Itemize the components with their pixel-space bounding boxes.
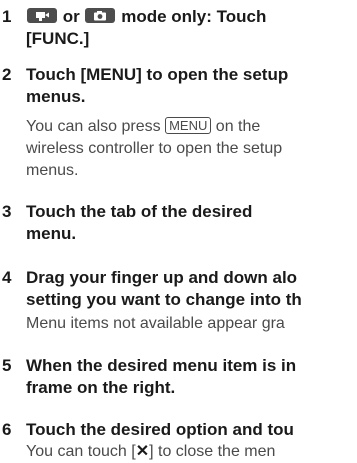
step-title-line2: [FUNC.]	[26, 29, 90, 48]
step-number: 1	[2, 7, 12, 26]
step-number: 6	[2, 420, 12, 439]
step-title: Drag your finger up and down alo	[26, 268, 298, 287]
step-title: Touch [MENU] to open the setup	[26, 65, 289, 84]
movie-mode-icon	[27, 8, 57, 23]
step-title-line2: menus.	[26, 87, 86, 106]
step-title-line2: setting you want to change into th	[26, 290, 302, 309]
photo-mode-icon	[85, 8, 116, 23]
step-body: You can touch [✕] to close the men	[26, 443, 276, 460]
step-title: Touch the desired option and tou	[26, 420, 294, 439]
step-body: You can also press MENU on the	[26, 117, 261, 135]
step-title: When the desired menu item is in	[26, 356, 297, 375]
step-number: 4	[2, 268, 12, 287]
step-title: or mode only: Touch	[26, 6, 266, 28]
step-body: Menu items not available appear gra	[26, 315, 285, 332]
step-number: 2	[2, 65, 12, 84]
step-number: 5	[2, 356, 12, 375]
step-body-line2: wireless controller to open the setup	[26, 140, 283, 157]
menu-key: MENU	[165, 117, 212, 134]
step-title-line2: frame on the right.	[26, 378, 176, 397]
step-title: Touch the tab of the desired	[26, 202, 253, 221]
close-x-icon: ✕	[135, 443, 150, 460]
step-body-line3: menus.	[26, 162, 79, 179]
step-title-line2: menu.	[26, 224, 77, 243]
step-number: 3	[2, 202, 12, 221]
